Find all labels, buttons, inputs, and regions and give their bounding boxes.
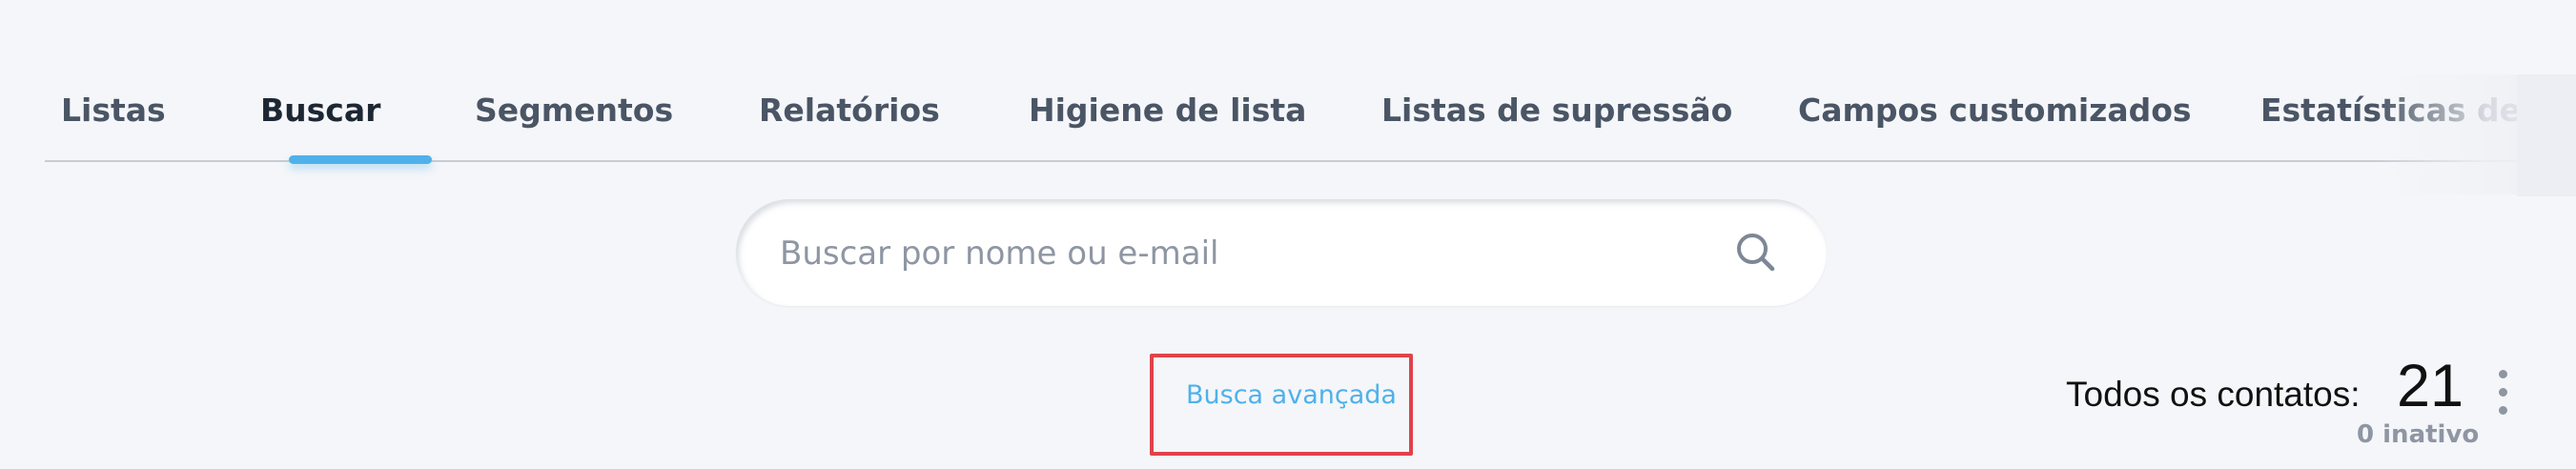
tabs-scroll-right[interactable] xyxy=(2517,74,2576,196)
search-icon[interactable] xyxy=(1735,232,1777,274)
tab-higiene-de-lista[interactable]: Higiene de lista xyxy=(1029,92,1306,129)
inactive-contacts-count: 0 inativo xyxy=(2357,420,2480,449)
tab-bar: Listas Buscar Segmentos Relatórios Higie… xyxy=(45,78,2543,164)
search-input[interactable] xyxy=(778,226,1678,281)
tab-listas[interactable]: Listas xyxy=(61,92,166,129)
advanced-search-link[interactable]: Busca avançada xyxy=(1186,380,1397,410)
more-options-icon[interactable] xyxy=(2492,368,2515,418)
all-contacts-count: 21 xyxy=(2397,353,2464,419)
all-contacts-label: Todos os contatos: xyxy=(2066,375,2361,414)
tab-listas-de-supressao[interactable]: Listas de supressão xyxy=(1381,92,1732,129)
tab-relatorios[interactable]: Relatórios xyxy=(759,92,940,129)
tab-estatisticas[interactable]: Estatísticas de i xyxy=(2260,92,2543,129)
tab-segmentos[interactable]: Segmentos xyxy=(475,92,673,129)
active-tab-indicator xyxy=(289,155,432,164)
tab-buscar[interactable]: Buscar xyxy=(260,92,380,129)
search-box xyxy=(736,199,1827,306)
tab-campos-customizados[interactable]: Campos customizados xyxy=(1798,92,2192,129)
contacts-page: Listas Buscar Segmentos Relatórios Higie… xyxy=(0,0,2576,469)
